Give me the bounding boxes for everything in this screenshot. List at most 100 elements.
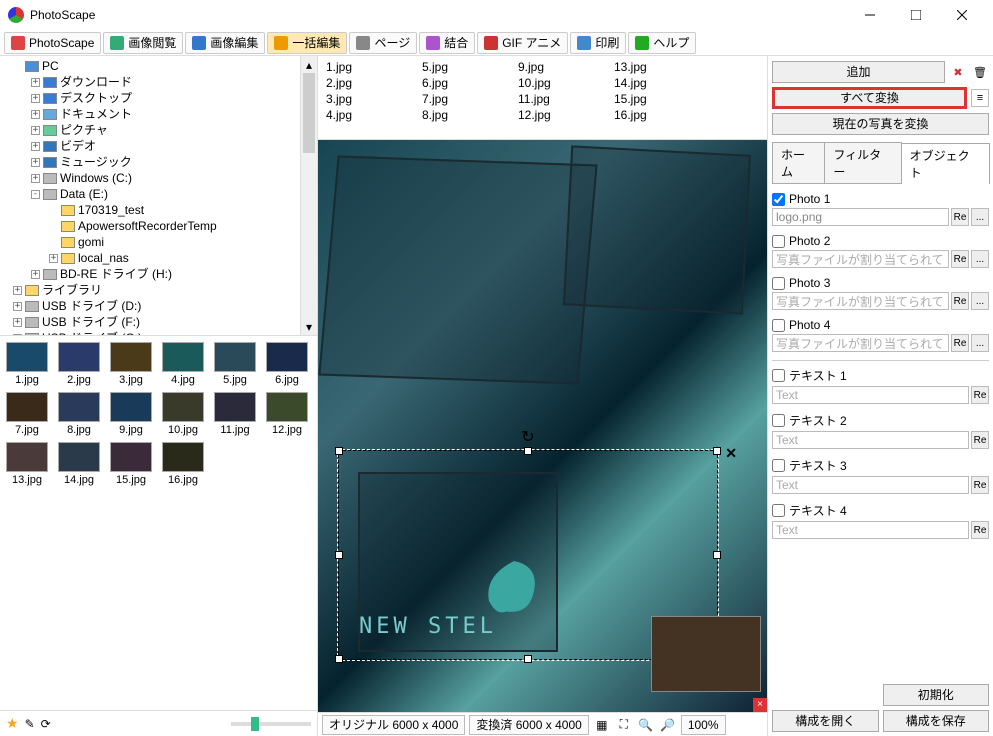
thumbnail-item[interactable]: 2.jpg [58, 342, 100, 386]
expand-icon[interactable]: + [13, 334, 22, 337]
fit-icon[interactable]: ⛶ [615, 716, 633, 734]
file-item[interactable]: 11.jpg [518, 92, 614, 108]
tree-item[interactable]: +ビデオ [4, 138, 317, 154]
expand-icon[interactable]: + [31, 94, 40, 103]
scroll-up-icon[interactable]: ▴ [301, 56, 317, 73]
expand-icon[interactable]: + [31, 142, 40, 151]
toolbar-tab-app[interactable]: PhotoScape [4, 32, 101, 54]
tree-item[interactable]: +USB ドライブ (G:) [4, 330, 317, 336]
right-tab[interactable]: ホーム [772, 142, 825, 183]
photo-checkbox[interactable] [772, 193, 785, 206]
thumbnail-item[interactable]: 12.jpg [266, 392, 308, 436]
expand-icon[interactable]: + [13, 318, 22, 327]
thumbnail-item[interactable]: 11.jpg [214, 392, 256, 436]
checker-icon[interactable]: ▦ [593, 716, 611, 734]
image-canvas[interactable]: ↻ ✕ NEW STEL × [318, 140, 767, 712]
browse-button[interactable]: ... [971, 334, 989, 352]
browse-button[interactable]: ... [971, 208, 989, 226]
tree-item[interactable]: +local_nas [4, 250, 317, 266]
navigator-close-icon[interactable]: × [753, 698, 767, 712]
menu-icon[interactable]: ≡ [971, 89, 989, 107]
reset-button[interactable]: 初期化 [883, 684, 990, 706]
delete-icon[interactable]: ✖ [949, 63, 967, 81]
text-checkbox[interactable] [772, 504, 785, 517]
resize-icon[interactable]: Re [951, 334, 969, 352]
photo-path-input[interactable] [772, 292, 949, 310]
toolbar-tab-edit[interactable]: 画像編集 [185, 32, 265, 54]
thumbnail-item[interactable]: 15.jpg [110, 442, 152, 486]
file-item[interactable]: 15.jpg [614, 92, 710, 108]
tree-item[interactable]: +ミュージック [4, 154, 317, 170]
tree-item[interactable]: +ライブラリ [4, 282, 317, 298]
tree-item[interactable]: +USB ドライブ (F:) [4, 314, 317, 330]
tree-item[interactable]: PC [4, 58, 317, 74]
toolbar-tab-page[interactable]: ページ [349, 32, 417, 54]
close-button[interactable] [939, 0, 985, 30]
file-item[interactable]: 13.jpg [614, 60, 710, 76]
toolbar-tab-print[interactable]: 印刷 [570, 32, 626, 54]
maximize-button[interactable] [893, 0, 939, 30]
expand-icon[interactable]: + [31, 158, 40, 167]
file-list[interactable]: 1.jpg2.jpg3.jpg4.jpg5.jpg6.jpg7.jpg8.jpg… [318, 56, 767, 140]
zoom-level[interactable]: 100% [681, 715, 726, 735]
expand-icon[interactable]: + [13, 286, 22, 295]
expand-icon[interactable]: + [31, 174, 40, 183]
photo-path-input[interactable] [772, 208, 949, 226]
text-resize-icon[interactable]: Re [971, 431, 989, 449]
resize-icon[interactable]: Re [951, 250, 969, 268]
toolbar-tab-view[interactable]: 画像閲覧 [103, 32, 183, 54]
file-item[interactable]: 16.jpg [614, 108, 710, 124]
thumbnail-item[interactable]: 5.jpg [214, 342, 256, 386]
file-item[interactable]: 5.jpg [422, 60, 518, 76]
add-button[interactable]: 追加 [772, 61, 945, 83]
thumbnail-item[interactable]: 3.jpg [110, 342, 152, 386]
tree-item[interactable]: -Data (E:) [4, 186, 317, 202]
scroll-thumb[interactable] [303, 73, 315, 153]
open-config-button[interactable]: 構成を開く [772, 710, 879, 732]
thumbnail-item[interactable]: 9.jpg [110, 392, 152, 436]
save-config-button[interactable]: 構成を保存 [883, 710, 990, 732]
text-checkbox[interactable] [772, 414, 785, 427]
tree-item[interactable]: 170319_test [4, 202, 317, 218]
rotate-handle-icon[interactable]: ↻ [521, 427, 534, 447]
right-tab[interactable]: オブジェクト [901, 143, 990, 184]
tree-item[interactable]: +BD-RE ドライブ (H:) [4, 266, 317, 282]
thumbnail-item[interactable]: 4.jpg [162, 342, 204, 386]
expand-icon[interactable]: + [13, 302, 22, 311]
thumbnail-item[interactable]: 6.jpg [266, 342, 308, 386]
expand-icon[interactable]: + [31, 126, 40, 135]
expand-icon[interactable]: + [31, 78, 40, 87]
refresh-icon[interactable]: ⟳ [41, 717, 51, 731]
toolbar-tab-batch[interactable]: 一括編集 [267, 32, 347, 54]
file-item[interactable]: 14.jpg [614, 76, 710, 92]
thumbnail-item[interactable]: 1.jpg [6, 342, 48, 386]
file-item[interactable]: 6.jpg [422, 76, 518, 92]
file-item[interactable]: 10.jpg [518, 76, 614, 92]
tree-item[interactable]: +ピクチャ [4, 122, 317, 138]
convert-all-button[interactable]: すべて変換 [772, 87, 967, 109]
tree-item[interactable]: +USB ドライブ (D:) [4, 298, 317, 314]
folder-tree[interactable]: PC+ダウンロード+デスクトップ+ドキュメント+ピクチャ+ビデオ+ミュージック+… [0, 56, 317, 336]
resize-icon[interactable]: Re [951, 292, 969, 310]
text-resize-icon[interactable]: Re [971, 476, 989, 494]
photo-checkbox[interactable] [772, 235, 785, 248]
photo-path-input[interactable] [772, 250, 949, 268]
scroll-down-icon[interactable]: ▾ [301, 318, 317, 335]
expand-icon[interactable]: + [31, 110, 40, 119]
thumb-size-slider[interactable] [231, 722, 311, 726]
expand-icon[interactable]: - [31, 190, 40, 199]
tree-item[interactable]: +ダウンロード [4, 74, 317, 90]
text-checkbox[interactable] [772, 369, 785, 382]
minimize-button[interactable] [847, 0, 893, 30]
zoom-in-icon[interactable]: 🔎 [659, 716, 677, 734]
thumbnail-item[interactable]: 13.jpg [6, 442, 48, 486]
photo-checkbox[interactable] [772, 319, 785, 332]
expand-icon[interactable]: + [49, 254, 58, 263]
thumbnail-item[interactable]: 7.jpg [6, 392, 48, 436]
file-item[interactable]: 4.jpg [326, 108, 422, 124]
wand-icon[interactable]: ✎ [25, 717, 35, 731]
convert-current-button[interactable]: 現在の写真を変換 [772, 113, 989, 135]
toolbar-tab-help[interactable]: ヘルプ [628, 32, 696, 54]
zoom-out-icon[interactable]: 🔍 [637, 716, 655, 734]
text-input[interactable] [772, 431, 969, 449]
